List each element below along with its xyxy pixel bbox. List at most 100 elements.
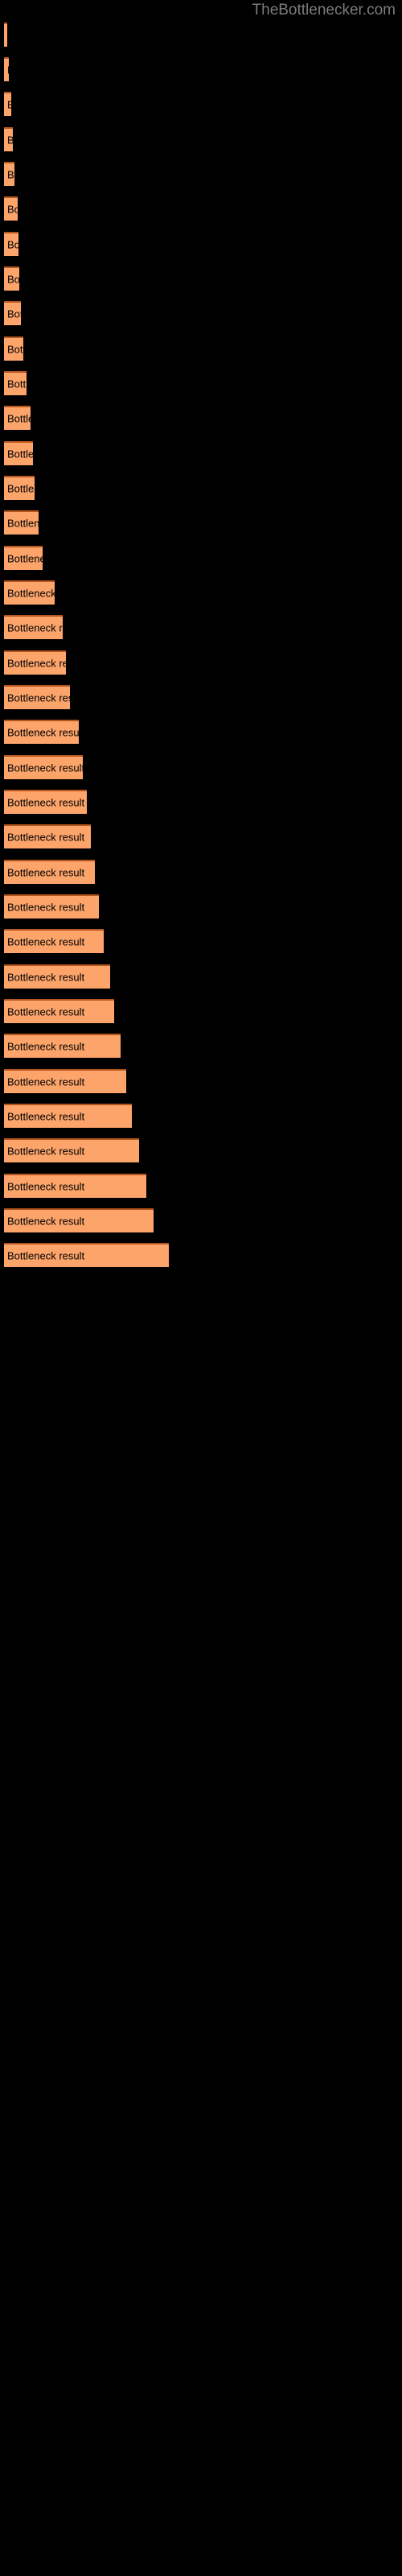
- bar-row: Bottleneck result: [4, 441, 33, 465]
- bar-row: Bottleneck result: [4, 1034, 121, 1058]
- bar-row: Bottleneck result: [4, 929, 104, 953]
- bar: Bottleneck result: [4, 929, 104, 953]
- page-root: TheBottlenecker.com Bottleneck resultBot…: [0, 0, 402, 2576]
- bar-row: Bottleneck result: [4, 510, 39, 535]
- bar: Bottleneck result: [4, 1069, 126, 1093]
- bar-row: Bottleneck result: [4, 1104, 132, 1128]
- bar: Bottleneck result: [4, 371, 27, 395]
- bar: Bottleneck result: [4, 476, 35, 500]
- bar-label: Bottleneck result: [7, 378, 27, 390]
- bar-row: Bottleneck result: [4, 685, 70, 709]
- bar-label: Bottleneck result: [7, 621, 63, 634]
- bar-label: Bottleneck result: [7, 901, 85, 914]
- bar-row: Bottleneck result: [4, 964, 110, 989]
- bar-label: Bottleneck result: [7, 971, 85, 984]
- bar-row: Bottleneck result: [4, 1174, 146, 1198]
- bar-label: Bottleneck result: [7, 1075, 85, 1088]
- bar: Bottleneck result: [4, 441, 33, 465]
- bar-row: Bottleneck result: [4, 720, 79, 744]
- bar-row: Bottleneck result: [4, 127, 13, 151]
- bar-label: Bottleneck result: [7, 552, 43, 565]
- bar-chart: Bottleneck result Bottleneck result Bottle…: [0, 0, 402, 2576]
- bar-row: Bottleneck result: [4, 1208, 154, 1232]
- bar: Bottleneck result: [4, 790, 87, 814]
- bar-row: Bottleneck result: [4, 860, 95, 884]
- bar: Bottleneck result: [4, 510, 39, 535]
- bar: Bottleneck result: [4, 196, 18, 221]
- bar-row: Bottleneck result: [4, 476, 35, 500]
- bar: Bottleneck result: [4, 580, 55, 605]
- bar: Bottleneck result: [4, 615, 63, 639]
- bar: Bottleneck result: [4, 92, 11, 116]
- bar-row: Bottleneck result: [4, 999, 114, 1023]
- bar-label: Bottleneck result: [7, 762, 83, 774]
- bar: Bottleneck result: [4, 894, 99, 919]
- bar: Bottleneck result: [4, 232, 18, 256]
- bar-row: Bottleneck result: [4, 232, 18, 256]
- bar-label: Bottleneck result: [7, 343, 23, 356]
- bar-label: Bottleneck result: [7, 308, 21, 320]
- bar-row: Bottleneck result: [4, 57, 9, 81]
- bar: Bottleneck result: [4, 266, 19, 291]
- bar-row: Bottleneck result: [4, 371, 27, 395]
- bar: Bottleneck result: [4, 1034, 121, 1058]
- bar-row: Bottleneck result: [4, 1138, 139, 1162]
- bar-row: Bottleneck result: [4, 580, 55, 605]
- bar: Bottleneck result: [4, 127, 13, 151]
- bar-label: Bottleneck result: [7, 935, 85, 948]
- bar-row: Bottleneck result: [4, 1069, 126, 1093]
- bar-label: Bottleneck result: [7, 1180, 85, 1193]
- bar-label: Bottleneck result: [7, 657, 66, 670]
- bar-row: Bottleneck result: [4, 790, 87, 814]
- bar-label: Bottleneck result: [7, 482, 35, 495]
- bar-row: Bottleneck result: [4, 1243, 169, 1267]
- bar-row: Bottleneck result: [4, 266, 19, 291]
- bar-label: Bottleneck result: [7, 831, 85, 844]
- bar-label: Bottleneck result: [7, 1040, 85, 1053]
- bar-row: Bottleneck result: [4, 824, 91, 848]
- bar-row: Bottleneck result: [4, 650, 66, 675]
- bar: Bottleneck result: [4, 860, 95, 884]
- bar-label: Bottleneck result: [7, 726, 79, 739]
- bar: Bottleneck result: [4, 336, 23, 361]
- bar-row: Bottleneck result: [4, 336, 23, 361]
- bar: Bottleneck result: [4, 720, 79, 744]
- bar: Bottleneck result: [4, 301, 21, 325]
- bar-row: Bottleneck result: [4, 755, 83, 779]
- bar: Bottleneck result: [4, 23, 7, 47]
- bar: Bottleneck result: [4, 755, 83, 779]
- bar: Bottleneck result: [4, 546, 43, 570]
- bar: Bottleneck result: [4, 824, 91, 848]
- bar-row: Bottleneck result: [4, 162, 14, 186]
- bar: Bottleneck result: [4, 1174, 146, 1198]
- bar-row: Bottleneck result: [4, 406, 31, 430]
- bar: Bottleneck result: [4, 406, 31, 430]
- bar-row: Bottleneck result: [4, 546, 43, 570]
- bar-row: Bottleneck result: [4, 615, 63, 639]
- bar-label: Bottleneck result: [7, 587, 55, 600]
- bar: Bottleneck result: [4, 964, 110, 989]
- bar: Bottleneck result: [4, 999, 114, 1023]
- bar: Bottleneck result: [4, 1138, 139, 1162]
- bar-label: Bottleneck result: [7, 273, 19, 286]
- bar-row: Bottleneck result: [4, 301, 21, 325]
- bar: Bottleneck result: [4, 1104, 132, 1128]
- bar-label: Bottleneck result: [7, 238, 18, 251]
- bar-label: Bottleneck result: [7, 1110, 85, 1123]
- bar-label: Bottleneck result: [7, 65, 9, 76]
- bar-label: Bottleneck result: [7, 203, 18, 216]
- bar-label: Bottleneck result: [7, 1215, 85, 1228]
- bar-row: Bottleneck result: [4, 23, 7, 47]
- bar-label: Bottleneck result: [7, 866, 85, 879]
- bar-label: Bottleneck result: [7, 691, 70, 704]
- bar: Bottleneck result: [4, 1243, 169, 1267]
- bar-label: Bottleneck result: [7, 168, 14, 181]
- bar-label: Bottleneck result: [7, 1145, 85, 1158]
- bar-label: Bottleneck result: [7, 796, 85, 809]
- bar-row: Bottleneck result: [4, 92, 11, 116]
- bar-label: Bottleneck result: [7, 100, 11, 110]
- bar-row: Bottleneck result: [4, 196, 18, 221]
- bar: Bottleneck result: [4, 650, 66, 675]
- bar-label: Bottleneck result: [7, 448, 33, 460]
- bar: Bottleneck result: [4, 162, 14, 186]
